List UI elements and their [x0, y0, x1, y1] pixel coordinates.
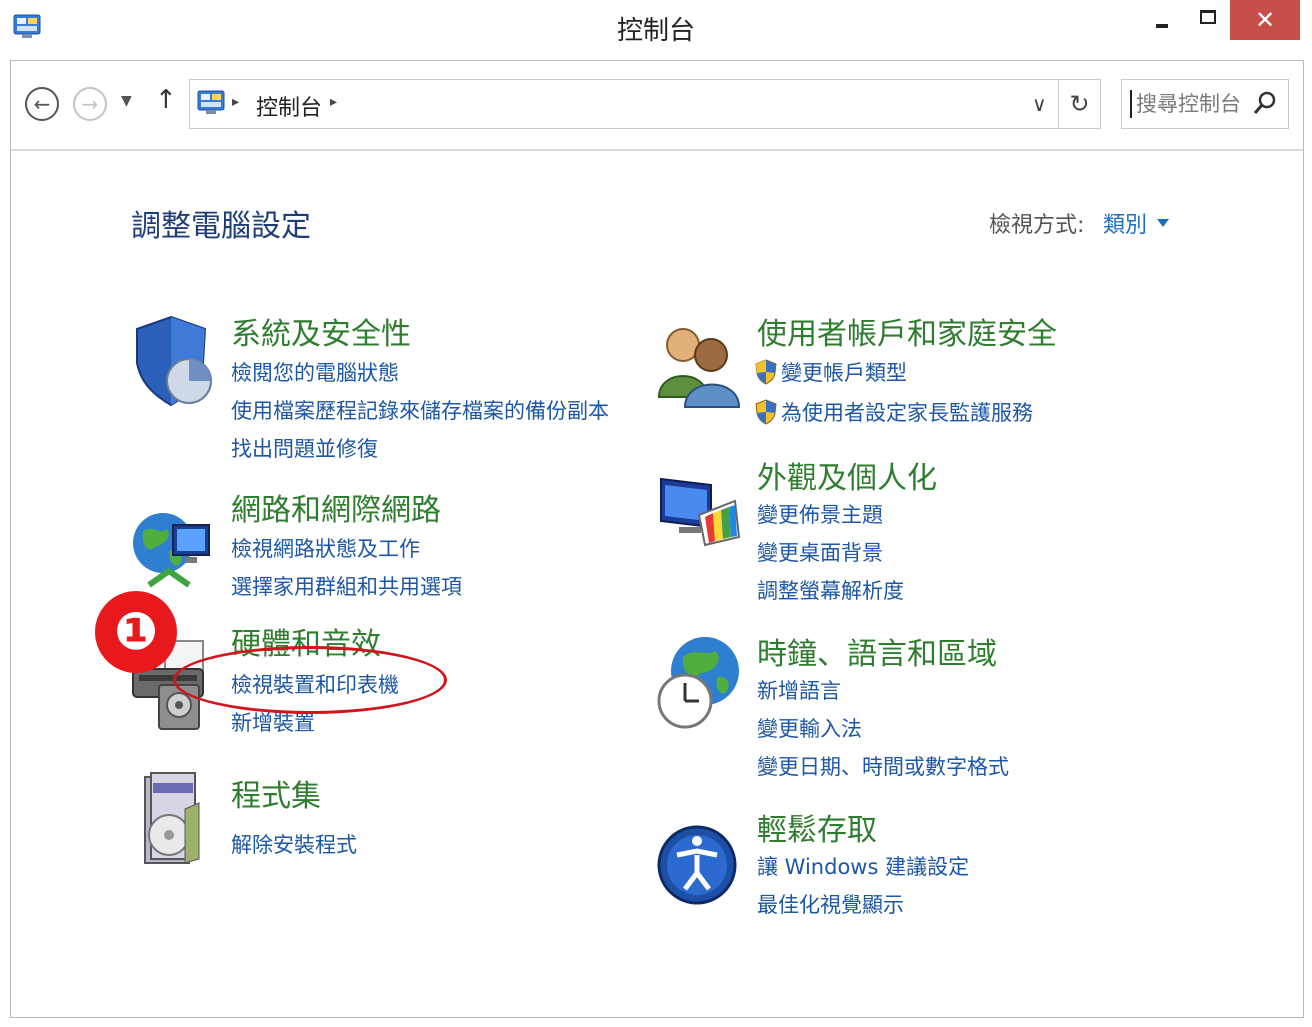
window-title: 控制台	[616, 16, 695, 46]
link-change-desktop-background[interactable]: 變更桌面背景	[757, 537, 883, 567]
link-change-theme[interactable]: 變更佈景主題	[757, 499, 883, 529]
link-label[interactable]: 檢視網路狀態及工作	[231, 533, 420, 563]
network-globe-icon[interactable]	[129, 501, 217, 601]
link-windows-suggest-settings[interactable]: 讓 Windows 建議設定	[757, 851, 969, 881]
window-frame: ← → ▼ ↑ ▸ 控制台 ▸ ∨ ↻ 調整電腦設定	[10, 60, 1304, 1018]
link-add-language[interactable]: 新增語言	[757, 675, 841, 705]
link-review-computer-status[interactable]: 檢閱您的電腦狀態	[231, 357, 399, 387]
category-appearance-title[interactable]: 外觀及個人化	[757, 453, 937, 497]
search-icon[interactable]	[1250, 88, 1280, 118]
back-button[interactable]: ←	[25, 87, 59, 121]
link-label[interactable]: 變更佈景主題	[757, 499, 883, 529]
link-label[interactable]: 調整螢幕解析度	[757, 575, 904, 605]
forward-button[interactable]: →	[73, 87, 107, 121]
breadcrumb-control-panel[interactable]: 控制台	[256, 90, 322, 122]
link-file-history-backup[interactable]: 使用檔案歷程記錄來儲存檔案的備份副本	[231, 395, 609, 425]
control-panel-icon	[197, 90, 225, 114]
view-by-label: 檢視方式:	[989, 213, 1085, 238]
up-button[interactable]: ↑	[155, 85, 177, 115]
link-change-date-time-format[interactable]: 變更日期、時間或數字格式	[757, 751, 1009, 781]
link-find-fix-problems[interactable]: 找出問題並修復	[231, 433, 378, 463]
uac-shield-icon	[755, 399, 777, 425]
category-clock-region-title[interactable]: 時鐘、語言和區域	[757, 629, 997, 673]
link-parental-controls[interactable]: 為使用者設定家長監護服務	[755, 397, 1033, 427]
display-palette-icon[interactable]	[655, 465, 743, 565]
forward-arrow-icon: →	[81, 92, 99, 116]
maximize-button[interactable]	[1186, 0, 1230, 40]
users-icon[interactable]	[655, 313, 743, 413]
link-change-account-type[interactable]: 變更帳戶類型	[755, 357, 907, 387]
link-label[interactable]: 選擇家用群組和共用選項	[231, 571, 462, 601]
maximize-icon	[1200, 10, 1216, 24]
category-ease-of-access-title[interactable]: 輕鬆存取	[757, 805, 877, 849]
category-network-internet-title[interactable]: 網路和網際網路	[231, 485, 441, 529]
step-badge: ❶	[95, 591, 177, 673]
search-box[interactable]	[1121, 79, 1289, 129]
category-user-accounts-title[interactable]: 使用者帳戶和家庭安全	[757, 309, 1057, 353]
recent-locations-button[interactable]: ▼	[121, 93, 132, 109]
breadcrumb-separator[interactable]: ▸	[330, 94, 337, 110]
link-label[interactable]: 變更桌面背景	[757, 537, 883, 567]
search-input[interactable]	[1130, 90, 1240, 118]
back-arrow-icon: ←	[33, 92, 51, 116]
breadcrumb-separator[interactable]: ▸	[232, 94, 239, 110]
title-bar: 控制台 ✕	[0, 0, 1312, 56]
link-label[interactable]: 使用檔案歷程記錄來儲存檔案的備份副本	[231, 395, 609, 425]
link-label[interactable]: 變更輸入法	[757, 713, 862, 743]
programs-disc-icon[interactable]	[129, 769, 217, 869]
refresh-button[interactable]: ↻	[1058, 80, 1100, 128]
ease-of-access-icon[interactable]	[655, 815, 743, 915]
highlight-ellipse	[173, 646, 447, 714]
link-label[interactable]: 變更帳戶類型	[781, 357, 907, 387]
navigation-bar: ← → ▼ ↑ ▸ 控制台 ▸ ∨ ↻	[11, 61, 1303, 151]
clock-globe-icon[interactable]	[655, 633, 743, 733]
link-label[interactable]: 檢閱您的電腦狀態	[231, 357, 399, 387]
refresh-icon: ↻	[1069, 90, 1090, 118]
link-uninstall-program[interactable]: 解除安裝程式	[231, 829, 357, 859]
link-label[interactable]: 最佳化視覺顯示	[757, 889, 904, 919]
category-programs-title[interactable]: 程式集	[231, 771, 321, 815]
link-network-status[interactable]: 檢視網路狀態及工作	[231, 533, 420, 563]
link-label[interactable]: 解除安裝程式	[231, 829, 357, 859]
uac-shield-icon	[755, 359, 777, 385]
link-label[interactable]: 新增語言	[757, 675, 841, 705]
minimize-icon	[1156, 24, 1168, 28]
link-label[interactable]: 讓 Windows 建議設定	[757, 851, 969, 881]
address-bar[interactable]: ▸ 控制台 ▸ ∨ ↻	[189, 79, 1101, 129]
shield-security-icon[interactable]	[129, 311, 217, 411]
chevron-down-icon	[1157, 219, 1170, 227]
link-optimize-visual-display[interactable]: 最佳化視覺顯示	[757, 889, 904, 919]
minimize-button[interactable]	[1140, 0, 1184, 40]
category-system-security-title[interactable]: 系統及安全性	[231, 309, 411, 353]
address-history-dropdown[interactable]: ∨	[1032, 92, 1047, 116]
page-title: 調整電腦設定	[131, 209, 311, 244]
close-button[interactable]: ✕	[1230, 0, 1300, 40]
view-by-value: 類別	[1103, 213, 1148, 238]
link-homegroup-sharing[interactable]: 選擇家用群組和共用選項	[231, 571, 462, 601]
link-label[interactable]: 找出問題並修復	[231, 433, 378, 463]
view-by-dropdown[interactable]: 類別	[1103, 207, 1170, 239]
link-label[interactable]: 變更日期、時間或數字格式	[757, 751, 1009, 781]
link-label[interactable]: 為使用者設定家長監護服務	[781, 397, 1033, 427]
link-change-input-method[interactable]: 變更輸入法	[757, 713, 862, 743]
close-icon: ✕	[1254, 6, 1276, 34]
link-adjust-resolution[interactable]: 調整螢幕解析度	[757, 575, 904, 605]
